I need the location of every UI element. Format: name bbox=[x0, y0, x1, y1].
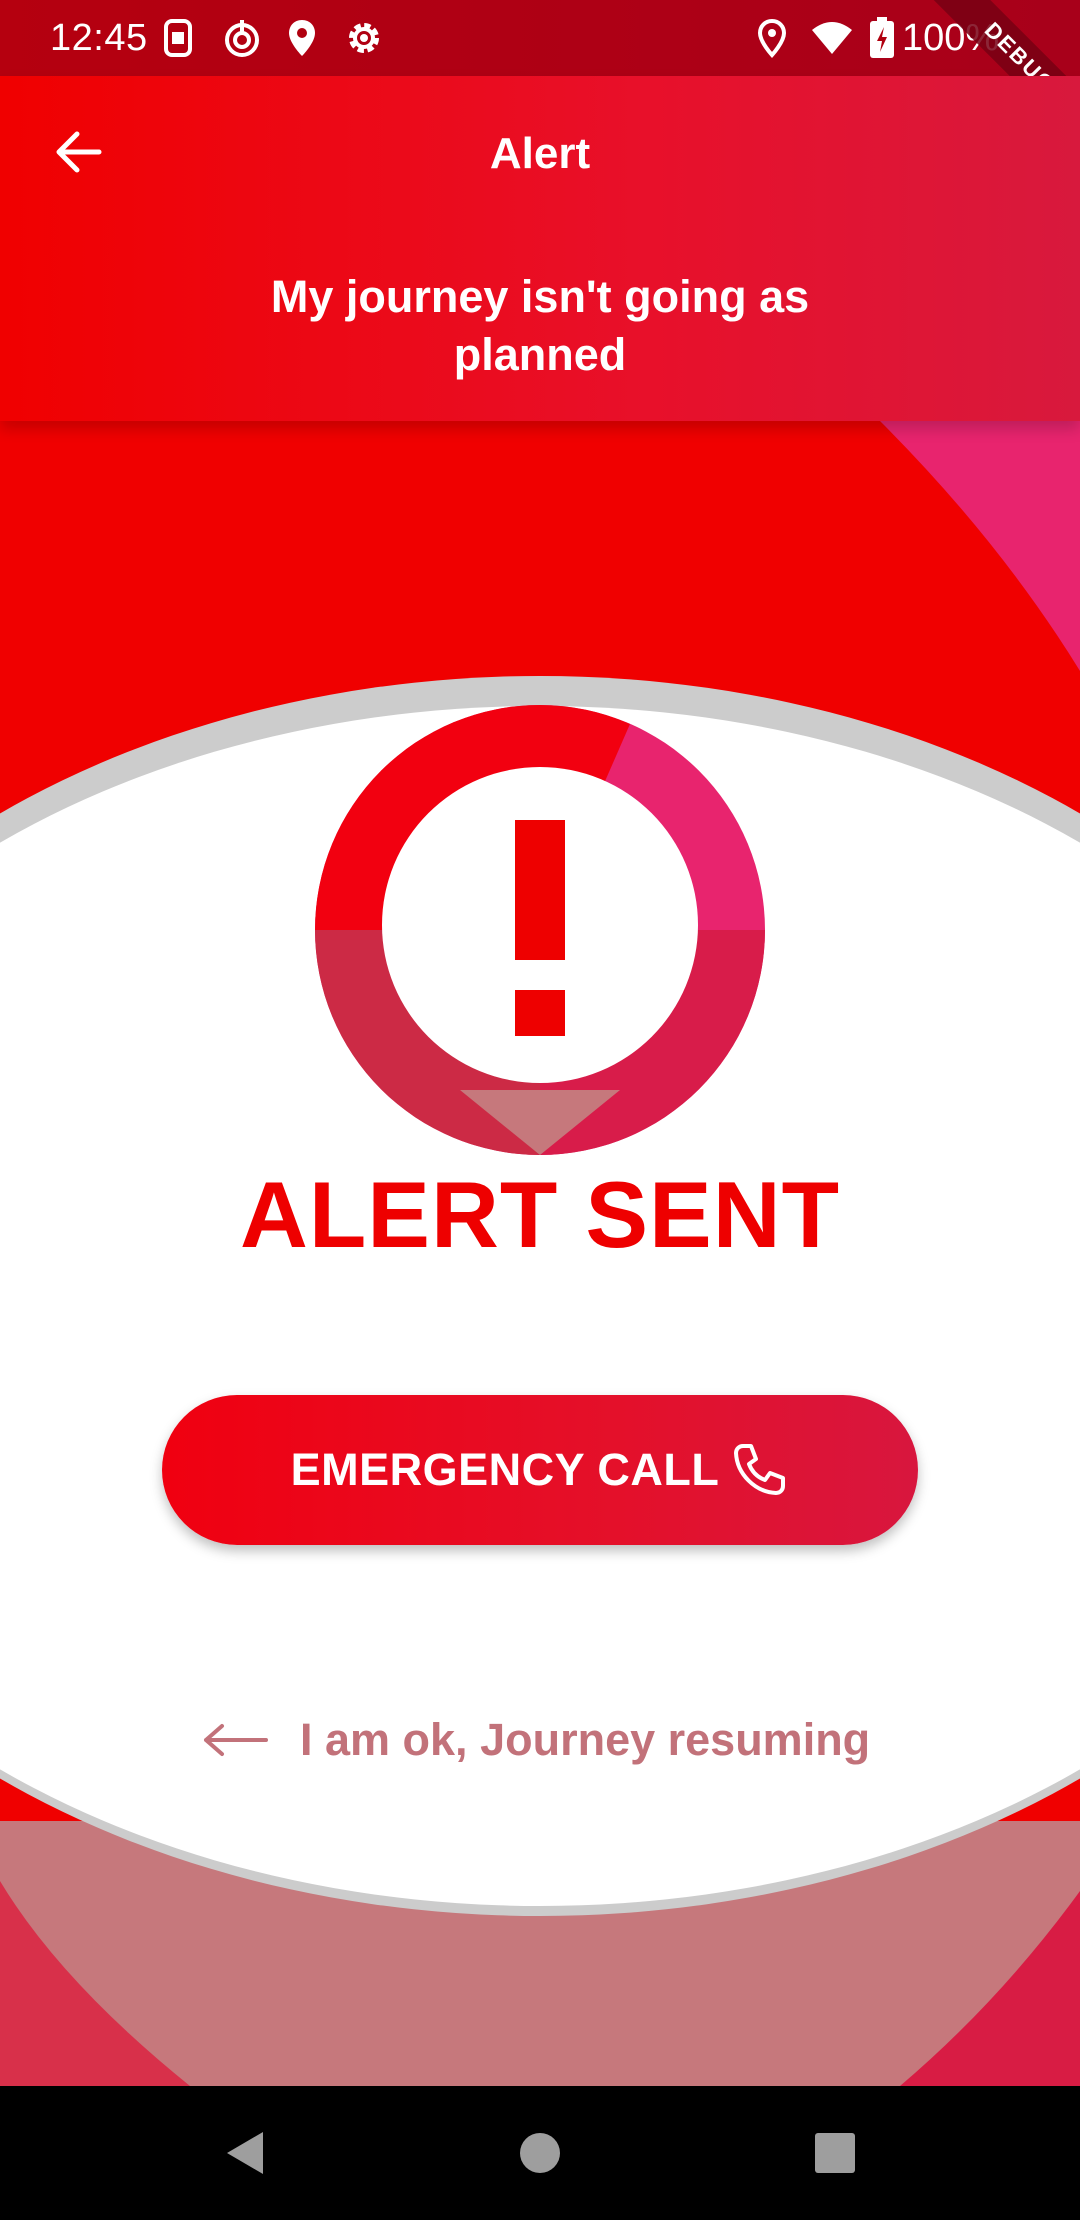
emergency-call-label: EMERGENCY CALL bbox=[290, 1444, 720, 1495]
status-bar: 12:45 100% DEBUG bbox=[0, 0, 1080, 165]
exclamation-ring-icon bbox=[310, 700, 770, 1160]
nav-back-icon bbox=[227, 2132, 263, 2174]
nav-back-button[interactable] bbox=[178, 2086, 312, 2220]
wifi-icon bbox=[808, 14, 856, 62]
radar-icon bbox=[218, 14, 266, 62]
system-nav-bar bbox=[0, 2086, 1080, 2220]
nav-recents-button[interactable] bbox=[768, 2086, 902, 2220]
phone-icon bbox=[729, 1440, 789, 1500]
journey-resuming-link[interactable]: I am ok, Journey resuming bbox=[200, 1705, 900, 1775]
nav-recents-icon bbox=[815, 2133, 855, 2173]
location-icon bbox=[278, 14, 326, 62]
nav-home-button[interactable] bbox=[473, 2086, 607, 2220]
app-bar: Alert My journey isn't going as planned bbox=[0, 76, 1080, 421]
page-title: Alert bbox=[489, 129, 591, 178]
alert-status-text: ALERT SENT bbox=[239, 1162, 841, 1267]
status-time: 12:45 bbox=[50, 17, 148, 59]
settings-icon bbox=[340, 14, 388, 62]
page-subtitle: My journey isn't going as planned bbox=[270, 271, 810, 380]
location-outline-icon bbox=[748, 14, 796, 62]
sim-icon bbox=[154, 14, 202, 62]
battery-charging-icon bbox=[858, 14, 906, 62]
arrow-left-long-icon bbox=[200, 1720, 270, 1760]
nav-home-icon bbox=[520, 2133, 560, 2173]
journey-resuming-label: I am ok, Journey resuming bbox=[300, 1714, 871, 1765]
emergency-call-button[interactable]: EMERGENCY CALL bbox=[162, 1395, 918, 1545]
